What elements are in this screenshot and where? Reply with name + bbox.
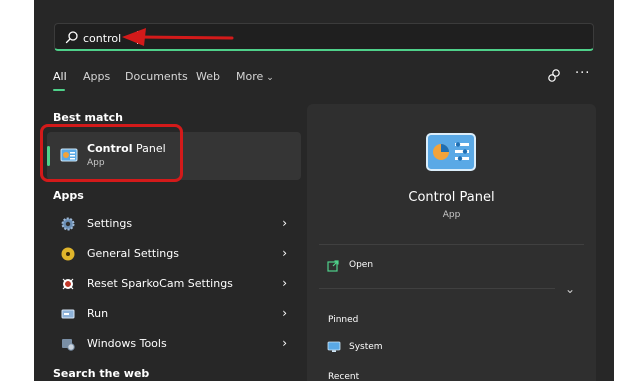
- run-icon: [61, 309, 75, 319]
- windows-tools-icon: [62, 339, 75, 351]
- apps-heading: Apps: [53, 189, 84, 202]
- app-item-windows-tools[interactable]: Windows Tools ›: [47, 330, 301, 358]
- tab-label: More: [236, 70, 264, 83]
- tab-web[interactable]: Web: [196, 70, 220, 83]
- app-item-general-settings[interactable]: General Settings ›: [47, 240, 301, 268]
- tab-label: Web: [196, 70, 220, 83]
- app-item-label: Run: [87, 307, 109, 320]
- detail-title: Control Panel: [408, 190, 495, 205]
- tab-more[interactable]: More ⌄: [236, 70, 274, 83]
- recent-heading: Recent: [328, 372, 360, 381]
- annotation-highlight-ring: [40, 124, 183, 182]
- chevron-right-icon[interactable]: ›: [282, 306, 287, 320]
- detail-pane: Control Panel App Open ⌄ Pinned System R…: [307, 104, 596, 381]
- tab-apps[interactable]: Apps: [83, 70, 110, 83]
- chevron-right-icon[interactable]: ›: [282, 276, 287, 290]
- tab-label: Documents: [125, 70, 188, 83]
- tab-label: All: [53, 70, 67, 83]
- pinned-heading: Pinned: [328, 315, 359, 325]
- open-label: Open: [349, 260, 374, 270]
- app-item-label: Settings: [87, 217, 133, 230]
- app-item-label: General Settings: [87, 247, 179, 260]
- open-external-icon: [327, 260, 339, 272]
- pinned-item-label: System: [349, 342, 383, 352]
- search-icon: [65, 31, 78, 44]
- chevron-right-icon[interactable]: ›: [282, 246, 287, 260]
- chevron-down-icon[interactable]: ⌄: [565, 282, 575, 296]
- tab-all[interactable]: All: [53, 70, 67, 83]
- detail-subtitle: App: [442, 210, 461, 220]
- search-web-heading: Search the web: [53, 367, 150, 380]
- sparkocam-icon: [62, 278, 74, 290]
- tab-label: Apps: [83, 70, 111, 83]
- best-match-heading: Best match: [53, 111, 123, 124]
- app-item-reset-sparkocam-settings[interactable]: Reset SparkoCam Settings ›: [47, 270, 301, 298]
- app-item-label: Windows Tools: [87, 337, 167, 350]
- open-action[interactable]: Open: [327, 259, 567, 279]
- pinned-item-system[interactable]: System: [327, 340, 527, 358]
- chevron-right-icon[interactable]: ›: [282, 216, 287, 230]
- tab-documents[interactable]: Documents: [125, 70, 188, 83]
- gear-icon: [61, 217, 75, 231]
- system-monitor-icon: [327, 341, 341, 352]
- app-item-settings[interactable]: Settings ›: [47, 210, 301, 238]
- control-panel-icon: [426, 133, 476, 171]
- chevron-down-icon: ⌄: [266, 73, 274, 83]
- divider: [319, 244, 584, 245]
- app-item-label: Reset SparkoCam Settings: [87, 277, 233, 290]
- active-tab-indicator: [53, 89, 65, 91]
- divider: [319, 288, 555, 289]
- more-options-icon[interactable]: ···: [575, 66, 590, 81]
- chevron-right-icon[interactable]: ›: [282, 336, 287, 350]
- app-item-run[interactable]: Run ›: [47, 300, 301, 328]
- annotation-arrow: [122, 28, 234, 46]
- disc-icon: [61, 247, 75, 261]
- share-icon[interactable]: [546, 68, 562, 84]
- start-search-panel: All Apps Documents Web More⌄ ··· Best ma…: [34, 0, 614, 381]
